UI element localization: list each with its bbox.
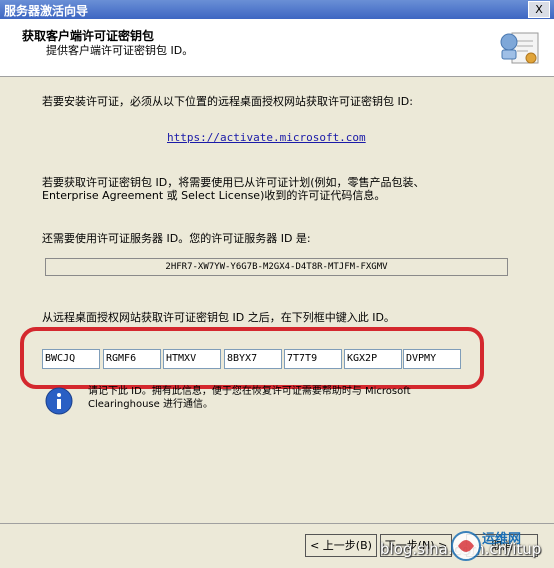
key-field-2[interactable]: RGMF6 — [103, 349, 161, 369]
info-icon — [45, 387, 73, 415]
server-id-field: 2HFR7-XW7YW-Y6G7B-M2GX4-D4T8R-MTJFM-FXGM… — [45, 258, 508, 276]
info-text: 请记下此 ID。拥有此信息，便于您在恢复许可证需要帮助时与 Microsoft … — [88, 385, 488, 411]
page-subtitle: 提供客户端许可证密钥包 ID。 — [46, 44, 194, 57]
info-text-line-2: Clearinghouse 进行通信。 — [88, 399, 213, 410]
server-id-label: 还需要使用许可证服务器 ID。您的许可证服务器 ID 是: — [42, 232, 311, 245]
close-button[interactable]: X — [528, 1, 550, 18]
watermark-logo-text: 运维网 — [482, 532, 522, 547]
key-field-3[interactable]: HTMXV — [163, 349, 221, 369]
title-bar: 服务器激活向导 X — [0, 0, 554, 19]
window-title: 服务器激活向导 — [4, 4, 89, 18]
enter-id-label: 从远程桌面授权网站获取许可证密钥包 ID 之后，在下列框中键入此 ID。 — [42, 311, 395, 324]
key-field-6[interactable]: KGX2P — [344, 349, 402, 369]
license-plan-text-1: 若要获取许可证密钥包 ID，将需要使用已从许可证计划(例如，零售产品包装、 — [42, 176, 425, 189]
key-field-4[interactable]: 8BYX7 — [224, 349, 282, 369]
wizard-header: 获取客户端许可证密钥包 提供客户端许可证密钥包 ID。 — [0, 19, 554, 77]
activation-link[interactable]: https://activate.microsoft.com — [167, 131, 366, 144]
back-button[interactable]: < 上一步(B) — [305, 534, 377, 557]
key-field-1[interactable]: BWCJQ — [42, 349, 100, 369]
info-text-line-1: 请记下此 ID。拥有此信息，便于您在恢复许可证需要帮助时与 Microsoft — [88, 386, 411, 397]
key-field-7[interactable]: DVPMY — [403, 349, 461, 369]
key-field-5[interactable]: 7T7T9 — [284, 349, 342, 369]
license-plan-text-2: Enterprise Agreement 或 Select License)收到… — [42, 189, 386, 202]
intro-text: 若要安装许可证，必须从以下位置的远程桌面授权网站获取许可证密钥包 ID: — [42, 95, 413, 108]
certificate-icon — [500, 32, 539, 64]
wizard-body: 若要安装许可证，必须从以下位置的远程桌面授权网站获取许可证密钥包 ID: htt… — [0, 77, 554, 523]
